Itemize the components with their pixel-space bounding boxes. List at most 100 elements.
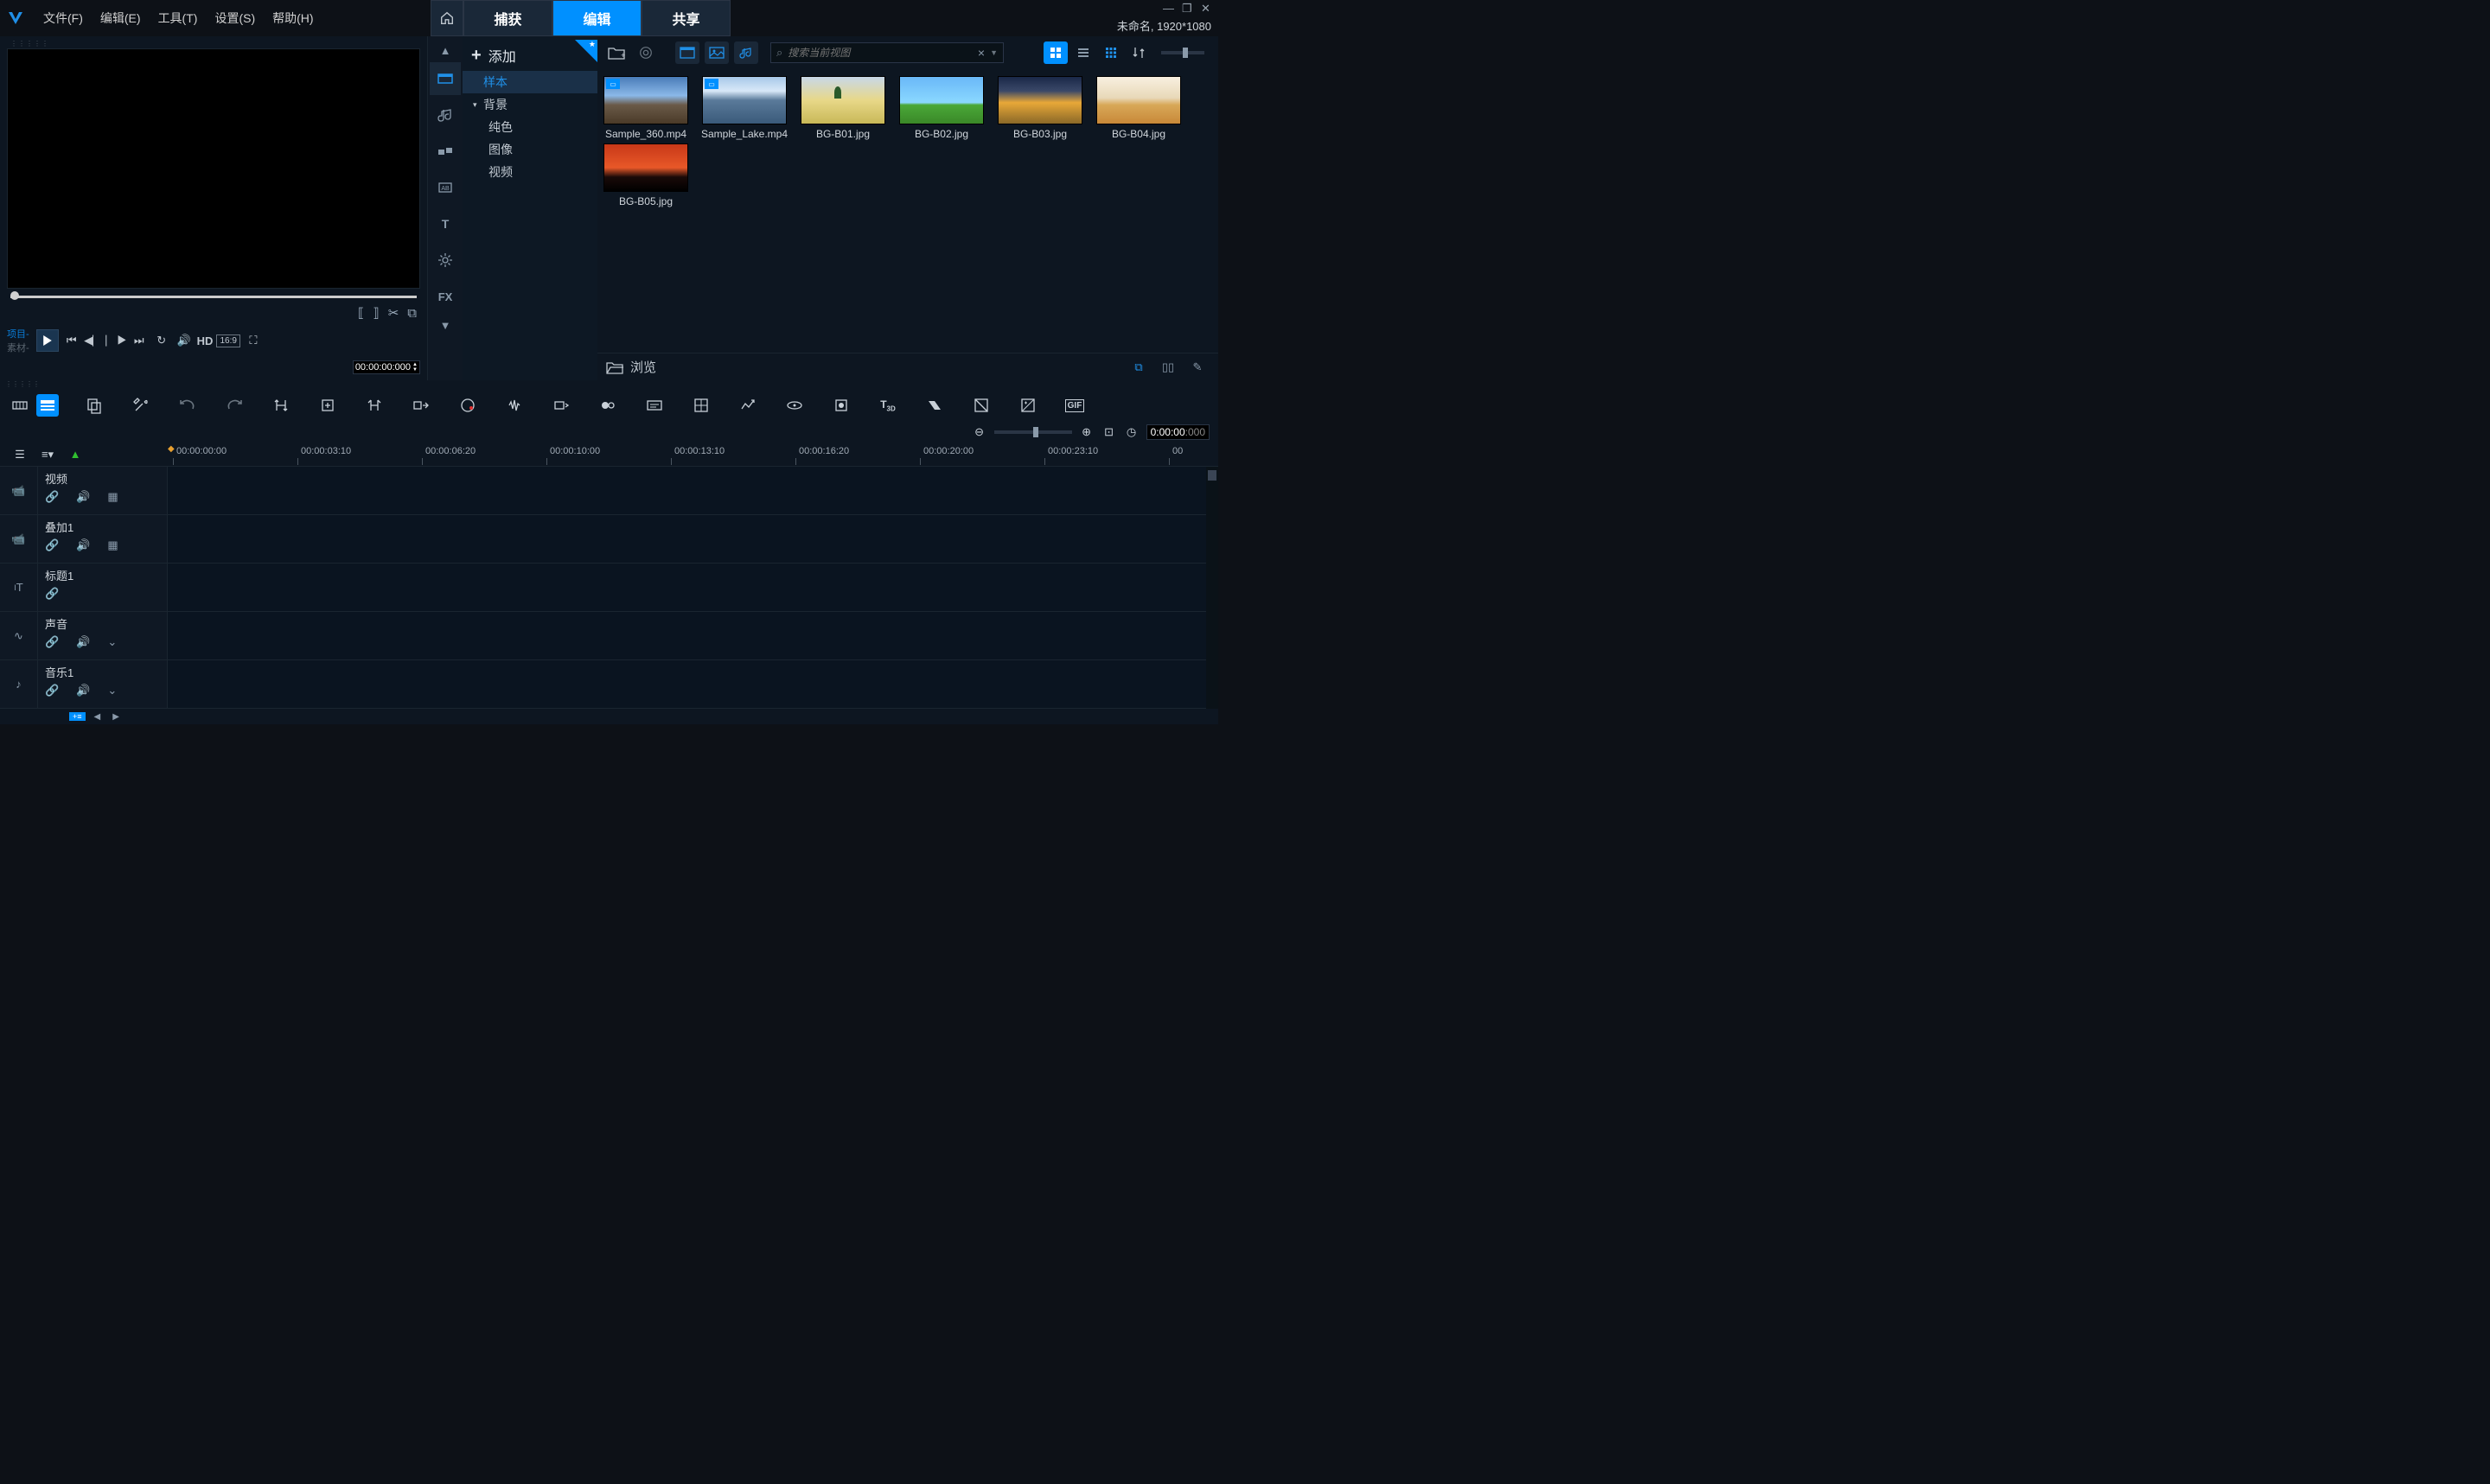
scroll-down-icon[interactable]: ▼ [430,315,461,335]
scroll-up-icon[interactable]: ▲ [430,40,461,61]
cat-settings-icon[interactable] [430,244,461,277]
motion-icon[interactable] [737,394,759,417]
filter-photo-icon[interactable] [705,41,729,64]
fit-icon[interactable]: ⊡ [1101,421,1117,443]
gif-icon[interactable]: GIF [1063,394,1086,417]
playhead-icon[interactable]: ◆ [168,444,175,454]
speed-icon[interactable] [550,394,572,417]
track-type-icon[interactable]: IT [0,564,38,611]
search-input[interactable] [788,47,973,59]
track-vol-icon[interactable]: 🔊 [76,684,90,697]
track-link-icon[interactable]: 🔗 [45,490,59,504]
menu-help[interactable]: 帮助(H) [264,10,322,27]
layout-2-icon[interactable]: ▯▯ [1156,356,1180,379]
track-expand-icon[interactable]: ▲ [67,443,83,466]
transition-tl-icon[interactable] [923,394,946,417]
layout-1-icon[interactable]: ⧉ [1127,356,1151,379]
pin-icon[interactable] [575,40,597,62]
snapshot-icon[interactable]: ⧉ [407,306,417,321]
timeline-ruler[interactable]: ◆ 00:00:00:0000:00:03:1000:00:06:2000:00… [168,443,1218,466]
tab-home[interactable] [431,0,463,36]
mark-out-icon[interactable]: ⟧ [373,305,379,321]
preview-scrubber[interactable] [7,290,420,303]
track-prev-icon[interactable]: ◀ [91,712,105,722]
play-button[interactable] [36,329,59,352]
tree-video[interactable]: 视频 [463,161,597,183]
tab-share[interactable]: 共享 [642,0,731,36]
tab-capture[interactable]: 捕获 [463,0,552,36]
clock-icon[interactable]: ◷ [1124,421,1140,443]
view-grid-icon[interactable] [1099,41,1123,64]
library-item[interactable]: BG-B03.jpg [997,76,1083,140]
color-icon[interactable] [456,394,479,417]
hd-toggle[interactable]: HD [197,334,214,347]
cat-transition-icon[interactable] [430,135,461,168]
track-type-icon[interactable]: 📹 [0,515,38,563]
track-type-icon[interactable]: 📹 [0,467,38,514]
search-dropdown-icon[interactable]: ▼ [990,48,998,57]
filter-audio-icon[interactable] [734,41,758,64]
timeline-mode-icon[interactable] [36,394,59,417]
track-expand-icon[interactable]: ⌄ [107,635,117,649]
track-vol-icon[interactable]: 🔊 [76,490,90,504]
redo-icon[interactable] [223,394,246,417]
track-options-icon[interactable]: ☰ [12,443,28,466]
audio-fx-icon[interactable] [503,394,526,417]
library-item[interactable]: BG-B05.jpg [603,143,689,207]
library-item[interactable]: BG-B02.jpg [898,76,985,140]
library-item[interactable]: ▭Sample_360.mp4 [603,76,689,140]
capture-icon[interactable] [634,41,658,64]
timeline-zoom-slider[interactable] [994,430,1072,434]
preview-screen[interactable] [7,48,420,289]
thumb-zoom-slider[interactable] [1161,51,1204,54]
reverse-icon[interactable] [597,394,619,417]
storyboard-mode-icon[interactable] [9,394,31,417]
exposure-icon[interactable] [1017,394,1039,417]
add-track-button[interactable]: +≡ [69,712,86,721]
3d-title-icon[interactable]: T3D [877,394,899,417]
track-body[interactable] [168,612,1218,659]
copy-attrs-icon[interactable] [83,394,105,417]
preview-timecode[interactable]: 00:00:00:000 ▲▼ [353,360,420,374]
tree-sample[interactable]: 样本 [463,71,597,93]
track-link-icon[interactable]: 🔗 [45,538,59,552]
mark-in-icon[interactable]: ⟦ [358,305,364,321]
view-thumb-icon[interactable] [1044,41,1068,64]
track-link-icon[interactable]: 🔗 [45,684,59,697]
cat-text-icon[interactable]: T [430,207,461,240]
loop-icon[interactable]: ↻ [152,334,171,347]
zoom-in-icon[interactable]: ⊕ [1079,421,1095,443]
ripple-icon[interactable] [410,394,432,417]
cat-fx-icon[interactable]: FX [430,280,461,313]
track-vol-icon[interactable]: 🔊 [76,635,90,649]
menu-settings[interactable]: 设置(S) [206,10,264,27]
tree-solid[interactable]: 纯色 [463,116,597,138]
track-fx-icon[interactable]: ▦ [107,538,118,552]
crop-icon[interactable] [316,394,339,417]
fullscreen-icon[interactable]: ⛶ [244,334,263,347]
cat-title-icon[interactable]: AB [430,171,461,204]
track-body[interactable] [168,564,1218,611]
split-icon[interactable] [363,394,386,417]
track-type-icon[interactable]: ∿ [0,612,38,659]
drag-handle[interactable]: ⋮⋮⋮⋮⋮ [7,40,420,47]
minimize-icon[interactable]: — [1163,2,1175,14]
prev-frame-icon[interactable]: ◀⎸ [85,334,104,347]
track-fx-icon[interactable]: ▦ [107,490,118,504]
library-item[interactable]: BG-B04.jpg [1095,76,1182,140]
library-item[interactable]: BG-B01.jpg [800,76,886,140]
close-icon[interactable]: ✕ [1201,2,1213,14]
tab-edit[interactable]: 编辑 [552,0,642,36]
clear-search-icon[interactable]: × [978,46,985,60]
menu-file[interactable]: 文件(F) [35,10,92,27]
timeline-timecode[interactable]: 0:00:00:000 [1146,424,1210,440]
tree-background[interactable]: ▾背景 [463,93,597,116]
playback-mode-labels[interactable]: 项目- 素材- [7,327,29,354]
filter-tl-icon[interactable] [970,394,993,417]
trim-icon[interactable] [270,394,292,417]
timeline-drag-handle[interactable]: ⋮⋮⋮⋮⋮ [0,380,1218,389]
maximize-icon[interactable]: ❐ [1182,2,1194,14]
timeline-scrollbar[interactable] [1206,467,1218,709]
track-link-icon[interactable]: 🔗 [45,635,59,649]
track-expand-icon[interactable]: ⌄ [107,684,117,697]
